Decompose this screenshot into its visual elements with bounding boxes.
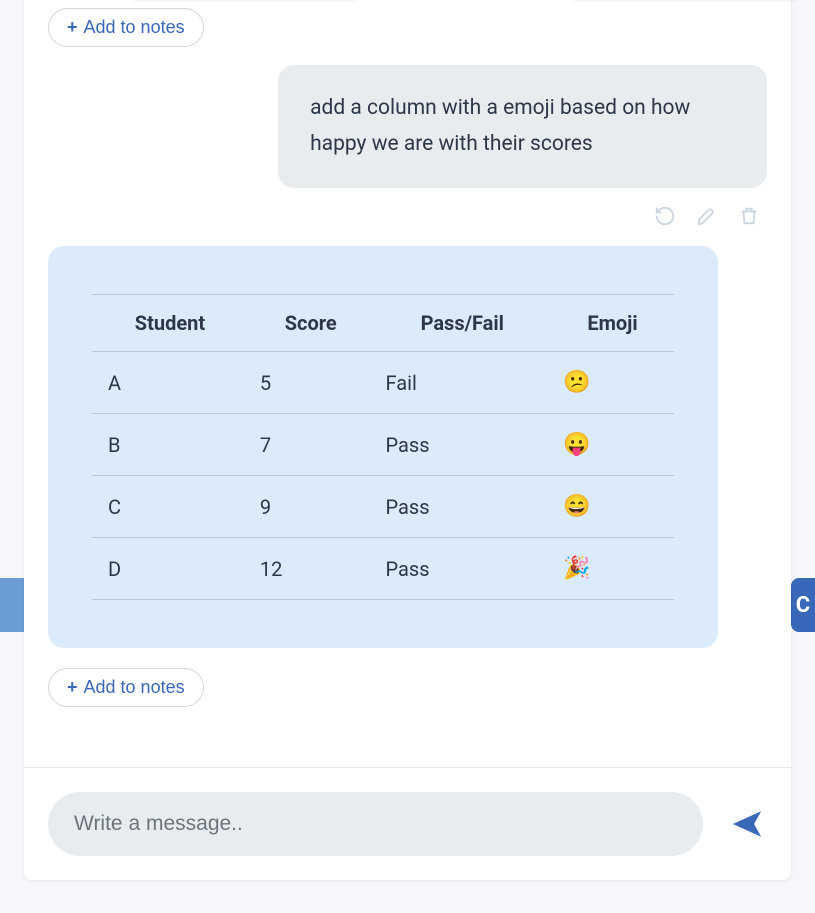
undo-icon[interactable] — [653, 204, 677, 228]
user-message-bubble: add a column with a emoji based on how h… — [278, 65, 767, 188]
edit-icon[interactable] — [695, 204, 719, 228]
cell-score: 5 — [248, 352, 374, 414]
add-to-notes-label: Add to notes — [84, 17, 185, 38]
col-score: Score — [248, 295, 374, 352]
cell-passfail: Pass — [374, 476, 552, 538]
composer — [24, 767, 791, 880]
plus-icon: + — [67, 17, 78, 38]
cell-passfail: Pass — [374, 414, 552, 476]
add-to-notes-button[interactable]: + Add to notes — [48, 668, 204, 707]
add-to-notes-button[interactable]: + Add to notes — [48, 8, 204, 47]
chat-container: + Add to notes add a column with a emoji… — [24, 0, 791, 880]
cell-student: C — [92, 476, 248, 538]
col-passfail: Pass/Fail — [374, 295, 552, 352]
cell-score: 12 — [248, 538, 374, 600]
assistant-message-card: Student Score Pass/Fail Emoji A 5 Fail 😕 — [48, 246, 718, 648]
send-icon — [730, 807, 764, 841]
message-actions — [48, 200, 767, 246]
plus-icon: + — [67, 677, 78, 698]
cell-passfail: Pass — [374, 538, 552, 600]
cell-emoji: 🎉 — [551, 538, 674, 600]
trash-icon[interactable] — [737, 204, 761, 228]
right-edge-button[interactable]: C — [791, 578, 815, 632]
cell-score: 7 — [248, 414, 374, 476]
table-row: C 9 Pass 😄 — [92, 476, 674, 538]
cell-emoji: 😛 — [551, 414, 674, 476]
add-to-notes-label: Add to notes — [84, 677, 185, 698]
table-header-row: Student Score Pass/Fail Emoji — [92, 295, 674, 352]
table-row: D 12 Pass 🎉 — [92, 538, 674, 600]
cell-student: B — [92, 414, 248, 476]
send-button[interactable] — [727, 804, 767, 844]
cell-student: D — [92, 538, 248, 600]
messages-area: + Add to notes add a column with a emoji… — [24, 0, 791, 767]
cell-passfail: Fail — [374, 352, 552, 414]
table-row: A 5 Fail 😕 — [92, 352, 674, 414]
cell-emoji: 😄 — [551, 476, 674, 538]
scores-table: Student Score Pass/Fail Emoji A 5 Fail 😕 — [92, 294, 674, 600]
message-input[interactable] — [48, 792, 703, 856]
right-edge-glyph: C — [796, 593, 810, 618]
col-student: Student — [92, 295, 248, 352]
user-message-text: add a column with a emoji based on how h… — [310, 96, 690, 156]
col-emoji: Emoji — [551, 295, 674, 352]
table-row: B 7 Pass 😛 — [92, 414, 674, 476]
cell-student: A — [92, 352, 248, 414]
cell-emoji: 😕 — [551, 352, 674, 414]
left-edge-decoration — [0, 578, 24, 632]
cell-score: 9 — [248, 476, 374, 538]
